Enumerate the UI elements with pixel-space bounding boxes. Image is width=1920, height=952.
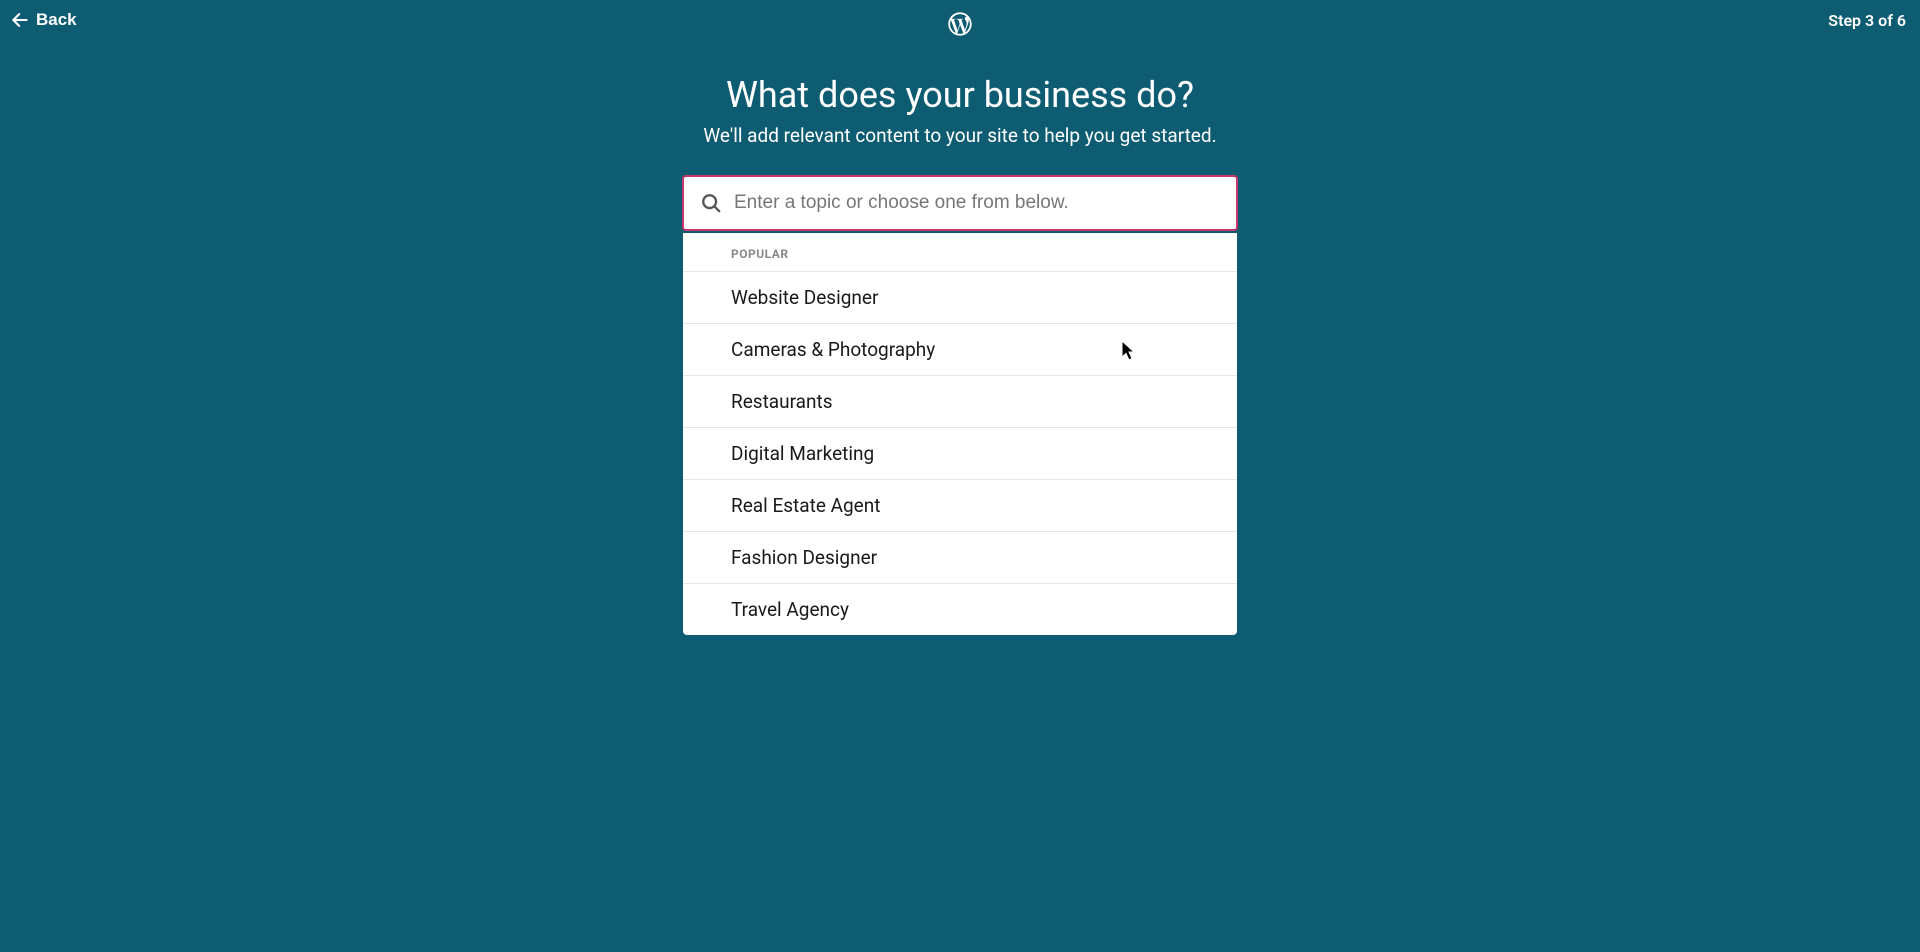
option-item[interactable]: Digital Marketing bbox=[683, 427, 1237, 479]
option-item[interactable]: Restaurants bbox=[683, 375, 1237, 427]
search-container[interactable] bbox=[682, 175, 1238, 231]
page-title: What does your business do? bbox=[726, 74, 1194, 116]
option-item[interactable]: Travel Agency bbox=[683, 583, 1237, 635]
option-item[interactable]: Cameras & Photography bbox=[683, 323, 1237, 375]
back-label: Back bbox=[36, 10, 77, 30]
option-item[interactable]: Real Estate Agent bbox=[683, 479, 1237, 531]
arrow-left-icon bbox=[10, 10, 30, 30]
step-indicator: Step 3 of 6 bbox=[1828, 11, 1906, 30]
search-icon bbox=[700, 192, 722, 214]
back-button[interactable]: Back bbox=[10, 10, 77, 30]
option-item[interactable]: Website Designer bbox=[683, 271, 1237, 323]
suggestions-dropdown: POPULAR Website Designer Cameras & Photo… bbox=[683, 233, 1237, 635]
section-label-popular: POPULAR bbox=[683, 233, 1237, 271]
page-subtitle: We'll add relevant content to your site … bbox=[703, 124, 1216, 147]
wordpress-logo-icon bbox=[946, 10, 974, 38]
main-content: What does your business do? We'll add re… bbox=[0, 48, 1920, 635]
topic-search-input[interactable] bbox=[722, 178, 1220, 228]
option-item[interactable]: Fashion Designer bbox=[683, 531, 1237, 583]
header-bar: Back Step 3 of 6 bbox=[0, 0, 1920, 48]
